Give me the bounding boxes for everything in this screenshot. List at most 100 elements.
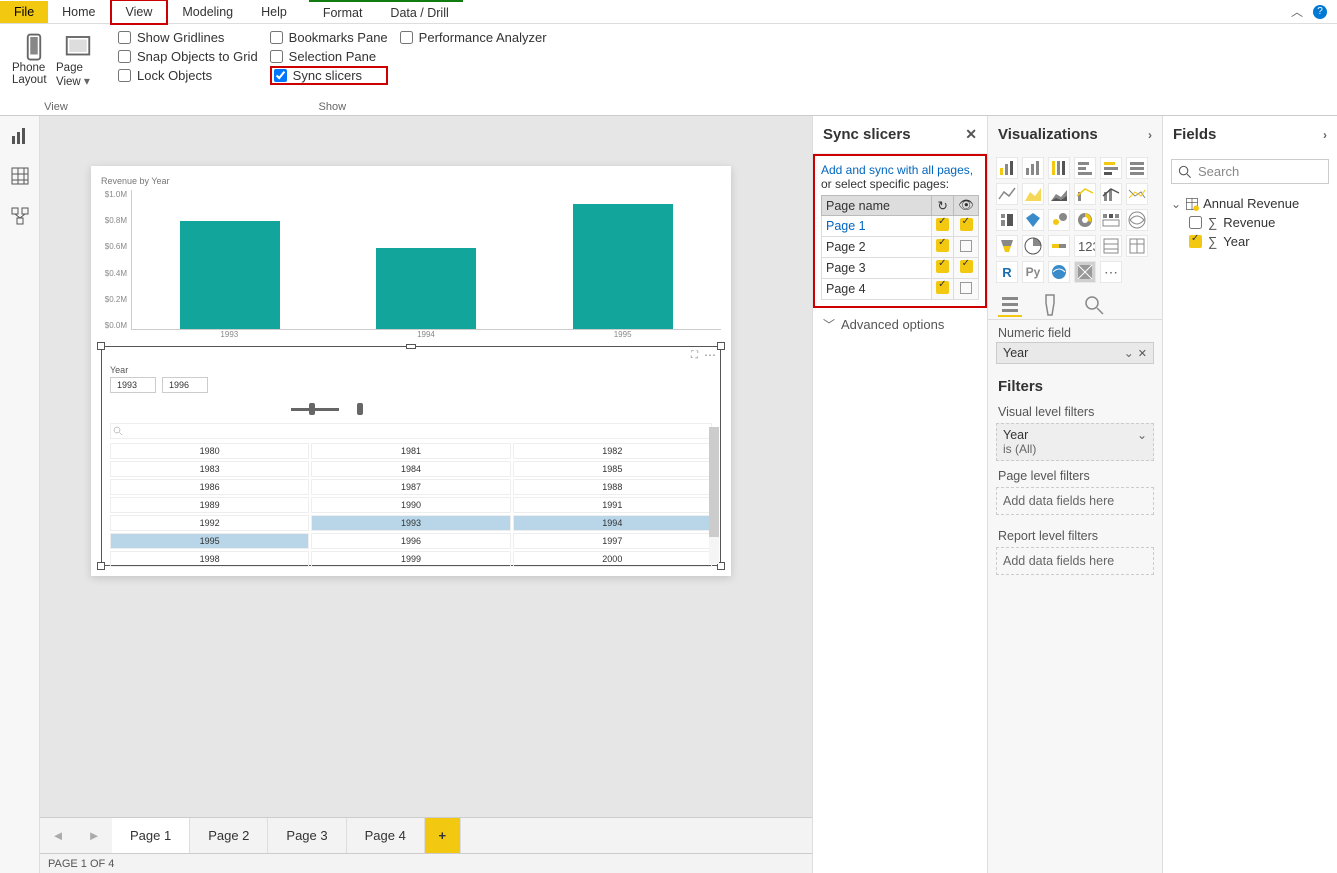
- sync-page-row[interactable]: Page 2: [822, 237, 932, 258]
- viz-type-icon[interactable]: [1100, 235, 1122, 257]
- viz-type-icon[interactable]: [996, 235, 1018, 257]
- viz-type-icon[interactable]: [1100, 209, 1122, 231]
- tab-data-drill[interactable]: Data / Drill: [376, 2, 462, 24]
- collapse-pane-icon[interactable]: ›: [1148, 128, 1152, 142]
- year-cell[interactable]: 1989: [110, 497, 309, 513]
- visible-checkbox[interactable]: [954, 237, 979, 258]
- viz-type-icon[interactable]: [1126, 183, 1148, 205]
- sync-checkbox[interactable]: [932, 279, 954, 300]
- year-cell[interactable]: 1993: [311, 515, 510, 531]
- field-year[interactable]: ∑ Year: [1171, 232, 1329, 251]
- year-cell[interactable]: 1984: [311, 461, 510, 477]
- year-cell[interactable]: 1991: [513, 497, 712, 513]
- year-cell[interactable]: 1995: [110, 533, 309, 549]
- viz-type-icon[interactable]: Py: [1022, 261, 1044, 283]
- viz-type-icon[interactable]: [1048, 183, 1070, 205]
- viz-type-icon[interactable]: [1022, 235, 1044, 257]
- chevron-down-icon[interactable]: ⌄: [1124, 346, 1134, 360]
- bar-1994[interactable]: [376, 248, 476, 329]
- viz-type-icon[interactable]: [1048, 157, 1070, 179]
- numeric-field-well[interactable]: Year ⌄ ✕: [996, 342, 1154, 364]
- viz-type-icon[interactable]: [1048, 209, 1070, 231]
- sync-checkbox[interactable]: [932, 237, 954, 258]
- year-cell[interactable]: 1990: [311, 497, 510, 513]
- close-icon[interactable]: ✕: [965, 126, 977, 143]
- sync-page-row[interactable]: Page 4: [822, 279, 932, 300]
- lock-objects-checkbox[interactable]: Lock Objects: [118, 66, 258, 85]
- page-filter-dropzone[interactable]: Add data fields here: [996, 487, 1154, 515]
- sync-checkbox[interactable]: [932, 258, 954, 279]
- slicer-scrollbar[interactable]: [709, 427, 719, 564]
- tab-help[interactable]: Help: [247, 1, 301, 23]
- viz-type-icon[interactable]: [1126, 157, 1148, 179]
- year-cell[interactable]: 1996: [311, 533, 510, 549]
- slicer-search[interactable]: [110, 423, 712, 439]
- visual-filter-year[interactable]: Year⌄ is (All): [996, 423, 1154, 461]
- sync-checkbox[interactable]: [932, 216, 954, 237]
- viz-type-icon[interactable]: [1074, 157, 1096, 179]
- viz-type-icon[interactable]: [1126, 235, 1148, 257]
- drag-handle-icon[interactable]: [406, 344, 416, 349]
- report-canvas[interactable]: Revenue by Year $1.0M$0.8M$0.6M$0.4M$0.2…: [91, 166, 731, 576]
- focus-mode-icon[interactable]: ⛶: [691, 350, 698, 361]
- year-cell[interactable]: 1997: [513, 533, 712, 549]
- table-annual-revenue[interactable]: ⌄ Annual Revenue: [1171, 194, 1329, 213]
- year-cell[interactable]: 2000: [513, 551, 712, 567]
- tab-format[interactable]: Format: [309, 2, 377, 24]
- year-cell[interactable]: 1983: [110, 461, 309, 477]
- viz-type-icon[interactable]: [1100, 157, 1122, 179]
- more-options-icon[interactable]: ⋯: [704, 348, 716, 362]
- show-gridlines-checkbox[interactable]: Show Gridlines: [118, 28, 258, 47]
- bar-1993[interactable]: [180, 221, 280, 329]
- page-prev-button[interactable]: ◄: [40, 818, 76, 853]
- visible-checkbox[interactable]: [954, 258, 979, 279]
- viz-type-icon[interactable]: ⋯: [1100, 261, 1122, 283]
- phone-layout-button[interactable]: Phone Layout: [12, 28, 56, 88]
- viz-type-icon[interactable]: [1048, 235, 1070, 257]
- fields-search-input[interactable]: Search: [1171, 159, 1329, 184]
- viz-type-icon[interactable]: [1074, 209, 1096, 231]
- add-sync-all-link[interactable]: Add and sync with all pages,: [821, 163, 973, 177]
- fields-tab-icon[interactable]: [998, 293, 1022, 317]
- report-view-icon[interactable]: [10, 126, 30, 146]
- viz-type-icon[interactable]: [1100, 183, 1122, 205]
- year-cell[interactable]: 1982: [513, 443, 712, 459]
- analytics-tab-icon[interactable]: [1082, 293, 1106, 317]
- year-cell[interactable]: 1981: [311, 443, 510, 459]
- range-to-input[interactable]: 1996: [162, 377, 208, 393]
- viz-type-icon[interactable]: [996, 157, 1018, 179]
- snap-to-grid-checkbox[interactable]: Snap Objects to Grid: [118, 47, 258, 66]
- viz-type-icon[interactable]: [1074, 183, 1096, 205]
- bar-chart-visual[interactable]: Revenue by Year $1.0M$0.8M$0.6M$0.4M$0.2…: [101, 176, 721, 346]
- viz-type-icon[interactable]: [1126, 209, 1148, 231]
- viz-type-icon[interactable]: R: [996, 261, 1018, 283]
- bookmarks-pane-checkbox[interactable]: Bookmarks Pane: [270, 28, 388, 47]
- collapse-pane-icon[interactable]: ›: [1323, 128, 1327, 142]
- add-page-button[interactable]: +: [425, 818, 461, 853]
- page-tab[interactable]: Page 2: [190, 818, 268, 853]
- tab-view[interactable]: View: [110, 0, 169, 25]
- performance-analyzer-checkbox[interactable]: Performance Analyzer: [400, 28, 547, 47]
- tab-home[interactable]: Home: [48, 1, 109, 23]
- year-cell[interactable]: 1985: [513, 461, 712, 477]
- viz-type-icon[interactable]: 123: [1074, 235, 1096, 257]
- viz-type-icon[interactable]: [1022, 209, 1044, 231]
- viz-type-icon[interactable]: [996, 209, 1018, 231]
- viz-type-icon[interactable]: [1048, 261, 1070, 283]
- range-from-input[interactable]: 1993: [110, 377, 156, 393]
- data-view-icon[interactable]: [10, 166, 30, 186]
- model-view-icon[interactable]: [10, 206, 30, 226]
- year-cell[interactable]: 1988: [513, 479, 712, 495]
- viz-type-icon[interactable]: [1022, 183, 1044, 205]
- year-cell[interactable]: 1998: [110, 551, 309, 567]
- page-tab[interactable]: Page 4: [347, 818, 425, 853]
- bar-1995[interactable]: [573, 204, 673, 329]
- format-tab-icon[interactable]: [1040, 293, 1064, 317]
- report-filter-dropzone[interactable]: Add data fields here: [996, 547, 1154, 575]
- year-cell[interactable]: 1987: [311, 479, 510, 495]
- year-cell[interactable]: 1992: [110, 515, 309, 531]
- viz-type-icon[interactable]: [1022, 157, 1044, 179]
- visible-checkbox[interactable]: [954, 279, 979, 300]
- tab-file[interactable]: File: [0, 1, 48, 23]
- tab-modeling[interactable]: Modeling: [168, 1, 247, 23]
